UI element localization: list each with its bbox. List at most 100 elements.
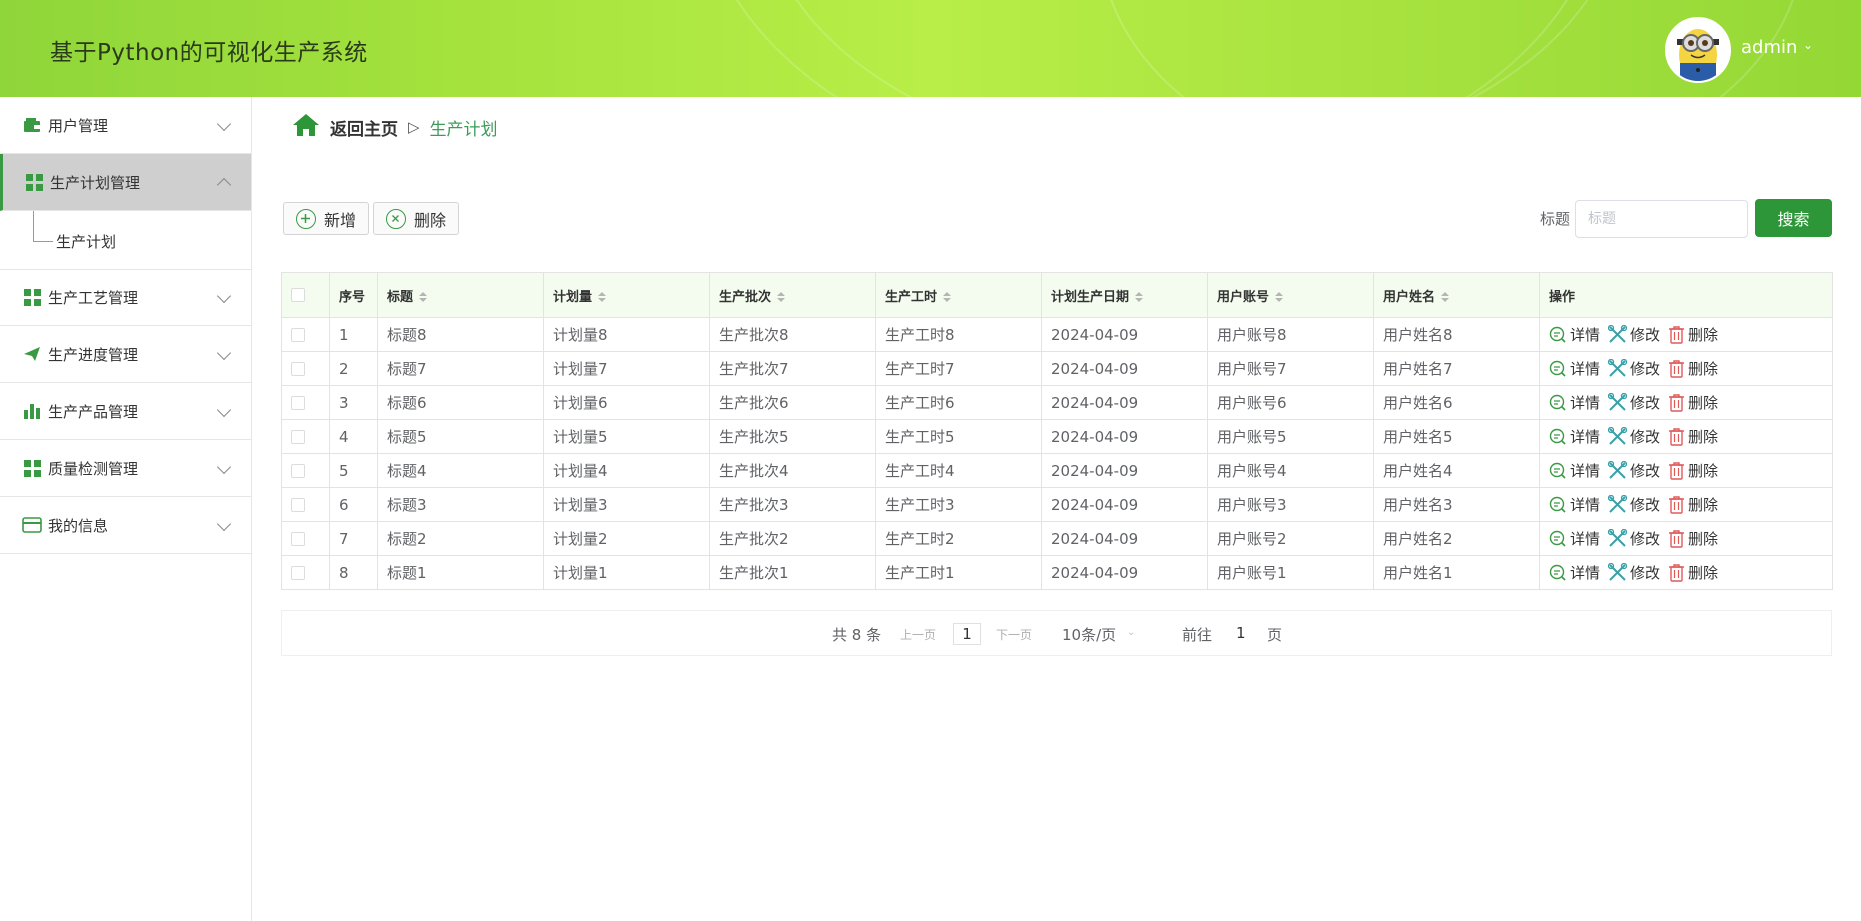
row-checkbox[interactable] bbox=[291, 430, 305, 444]
next-page-button[interactable]: 下一页 bbox=[996, 626, 1032, 643]
trash-icon bbox=[1669, 428, 1685, 446]
delete-row-button[interactable]: 删除 bbox=[1668, 392, 1718, 413]
breadcrumb-home-link[interactable]: 返回主页 bbox=[330, 115, 398, 140]
delete-row-button[interactable]: 删除 bbox=[1668, 324, 1718, 345]
delete-button[interactable]: 删除 bbox=[373, 202, 459, 235]
trash-icon bbox=[1669, 530, 1685, 548]
row-checkbox-cell[interactable] bbox=[281, 419, 330, 454]
table-row[interactable]: 6 标题3 计划量3 生产批次3 生产工时3 2024-04-09 用户账号3 用户姓名3 详情… bbox=[281, 487, 1833, 522]
row-checkbox-cell[interactable] bbox=[281, 521, 330, 556]
row-date: 2024-04-09 bbox=[1041, 555, 1208, 590]
add-button[interactable]: 新增 bbox=[283, 202, 369, 235]
chevron-down-icon[interactable]: ⌄ bbox=[1127, 627, 1135, 638]
delete-row-button[interactable]: 删除 bbox=[1668, 562, 1718, 583]
detail-button[interactable]: 详情 bbox=[1549, 562, 1600, 583]
edit-button[interactable]: 修改 bbox=[1608, 392, 1660, 413]
sort-icon[interactable] bbox=[777, 292, 786, 302]
delete-row-button[interactable]: 删除 bbox=[1668, 528, 1718, 549]
table-row[interactable]: 4 标题5 计划量5 生产批次5 生产工时5 2024-04-09 用户账号5 用户姓名5 详情… bbox=[281, 419, 1833, 454]
row-checkbox[interactable] bbox=[291, 498, 305, 512]
detail-button[interactable]: 详情 bbox=[1549, 460, 1600, 481]
table-row[interactable]: 8 标题1 计划量1 生产批次1 生产工时1 2024-04-09 用户账号1 用户姓名1 详情… bbox=[281, 555, 1833, 590]
delete-row-button[interactable]: 删除 bbox=[1668, 358, 1718, 379]
row-checkbox-cell[interactable] bbox=[281, 555, 330, 590]
goto-page-input[interactable]: 1 bbox=[1236, 624, 1246, 642]
row-checkbox[interactable] bbox=[291, 532, 305, 546]
detail-button[interactable]: 详情 bbox=[1549, 426, 1600, 447]
row-checkbox-cell[interactable] bbox=[281, 317, 330, 352]
search-button[interactable]: 搜索 bbox=[1755, 199, 1832, 237]
sort-icon[interactable] bbox=[943, 292, 952, 302]
detail-icon bbox=[1549, 496, 1566, 513]
row-title: 标题7 bbox=[377, 351, 544, 386]
edit-button[interactable]: 修改 bbox=[1608, 494, 1660, 515]
sort-icon[interactable] bbox=[1275, 292, 1284, 302]
row-checkbox[interactable] bbox=[291, 464, 305, 478]
row-actions: 详情 修改 删除 bbox=[1539, 521, 1833, 556]
delete-row-button[interactable]: 删除 bbox=[1668, 460, 1718, 481]
sidebar-item-my-info[interactable]: 我的信息 bbox=[0, 497, 251, 554]
sort-icon[interactable] bbox=[1441, 292, 1450, 302]
select-all-checkbox-cell[interactable] bbox=[281, 272, 330, 318]
row-batch: 生产批次6 bbox=[709, 385, 876, 420]
sidebar-item-progress-management[interactable]: 生产进度管理 bbox=[0, 326, 251, 383]
edit-button[interactable]: 修改 bbox=[1608, 358, 1660, 379]
sidebar-item-product-management[interactable]: 生产产品管理 bbox=[0, 383, 251, 440]
detail-button[interactable]: 详情 bbox=[1549, 528, 1600, 549]
sidebar-item-process-management[interactable]: 生产工艺管理 bbox=[0, 269, 251, 326]
tools-icon bbox=[1608, 427, 1628, 445]
edit-label: 修改 bbox=[1630, 360, 1661, 378]
title-search-input[interactable] bbox=[1575, 200, 1748, 238]
detail-button[interactable]: 详情 bbox=[1549, 358, 1600, 379]
column-header-account[interactable]: 用户账号 bbox=[1207, 272, 1374, 318]
row-checkbox[interactable] bbox=[291, 396, 305, 410]
sidebar-subitem-plan[interactable]: 生产计划 bbox=[0, 211, 251, 270]
select-all-checkbox[interactable] bbox=[291, 288, 305, 302]
edit-label: 修改 bbox=[1630, 530, 1661, 548]
sort-icon[interactable] bbox=[419, 292, 428, 302]
avatar[interactable] bbox=[1665, 17, 1731, 83]
row-date: 2024-04-09 bbox=[1041, 487, 1208, 522]
column-header-name[interactable]: 用户姓名 bbox=[1373, 272, 1540, 318]
table-row[interactable]: 7 标题2 计划量2 生产批次2 生产工时2 2024-04-09 用户账号2 用户姓名2 详情… bbox=[281, 521, 1833, 556]
row-checkbox-cell[interactable] bbox=[281, 385, 330, 420]
column-header-plan[interactable]: 计划量 bbox=[543, 272, 710, 318]
home-icon[interactable] bbox=[292, 113, 320, 142]
table-row[interactable]: 2 标题7 计划量7 生产批次7 生产工时7 2024-04-09 用户账号7 用户姓名7 详情… bbox=[281, 351, 1833, 386]
table-row[interactable]: 3 标题6 计划量6 生产批次6 生产工时6 2024-04-09 用户账号6 用户姓名6 详情… bbox=[281, 385, 1833, 420]
sidebar-item-user-management[interactable]: 用户管理 bbox=[0, 97, 251, 154]
minion-avatar-icon bbox=[1667, 19, 1729, 81]
current-page-button[interactable]: 1 bbox=[953, 623, 981, 645]
row-checkbox[interactable] bbox=[291, 328, 305, 342]
column-header-batch[interactable]: 生产批次 bbox=[709, 272, 876, 318]
detail-button[interactable]: 详情 bbox=[1549, 494, 1600, 515]
row-checkbox-cell[interactable] bbox=[281, 487, 330, 522]
page-size-select[interactable]: 10条/页 bbox=[1062, 624, 1116, 645]
user-name[interactable]: admin bbox=[1741, 37, 1797, 58]
sidebar-item-plan-management[interactable]: 生产计划管理 bbox=[0, 154, 251, 211]
sidebar-item-quality-management[interactable]: 质量检测管理 bbox=[0, 440, 251, 497]
prev-page-button[interactable]: 上一页 bbox=[900, 626, 936, 643]
column-header-title[interactable]: 标题 bbox=[377, 272, 544, 318]
edit-button[interactable]: 修改 bbox=[1608, 528, 1660, 549]
delete-row-button[interactable]: 删除 bbox=[1668, 426, 1718, 447]
row-checkbox-cell[interactable] bbox=[281, 453, 330, 488]
sort-icon[interactable] bbox=[598, 292, 607, 302]
table-row[interactable]: 1 标题8 计划量8 生产批次8 生产工时8 2024-04-09 用户账号8 用户姓名8 详情… bbox=[281, 317, 1833, 352]
edit-button[interactable]: 修改 bbox=[1608, 562, 1660, 583]
row-checkbox[interactable] bbox=[291, 362, 305, 376]
column-header-hours[interactable]: 生产工时 bbox=[875, 272, 1042, 318]
detail-button[interactable]: 详情 bbox=[1549, 324, 1600, 345]
edit-button[interactable]: 修改 bbox=[1608, 324, 1660, 345]
edit-button[interactable]: 修改 bbox=[1608, 460, 1660, 481]
edit-button[interactable]: 修改 bbox=[1608, 426, 1660, 447]
table-row[interactable]: 5 标题4 计划量4 生产批次4 生产工时4 2024-04-09 用户账号4 用户姓名4 详情… bbox=[281, 453, 1833, 488]
row-checkbox-cell[interactable] bbox=[281, 351, 330, 386]
delete-row-button[interactable]: 删除 bbox=[1668, 494, 1718, 515]
detail-button[interactable]: 详情 bbox=[1549, 392, 1600, 413]
goto-prefix: 前往 bbox=[1182, 626, 1213, 644]
chevron-down-icon[interactable]: ⌄ bbox=[1803, 38, 1813, 52]
sort-icon[interactable] bbox=[1135, 292, 1144, 302]
row-checkbox[interactable] bbox=[291, 566, 305, 580]
column-header-date[interactable]: 计划生产日期 bbox=[1041, 272, 1208, 318]
